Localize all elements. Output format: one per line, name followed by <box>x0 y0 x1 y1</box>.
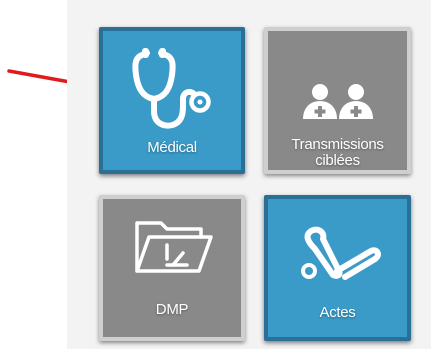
transmissions-label-line1: Transmissions <box>291 136 384 153</box>
dmp-label: DMP <box>155 301 189 318</box>
medical-tile[interactable]: Médical <box>99 27 245 174</box>
folder-icon <box>103 215 241 277</box>
menu-panel: Médical Transmissions ciblées DMP Actes <box>67 0 431 349</box>
transmissions-label-line2: ciblées <box>315 152 360 169</box>
dmp-tile[interactable]: DMP <box>99 195 245 341</box>
actes-tile[interactable]: Actes <box>264 195 411 341</box>
nurses-icon <box>268 83 407 119</box>
stethoscope-icon <box>103 45 241 137</box>
actes-label: Actes <box>319 304 356 321</box>
medical-label: Médical <box>147 139 197 156</box>
transmissions-ciblees-tile[interactable]: Transmissions ciblées <box>264 27 411 174</box>
medical-instruments-icon <box>268 221 407 283</box>
